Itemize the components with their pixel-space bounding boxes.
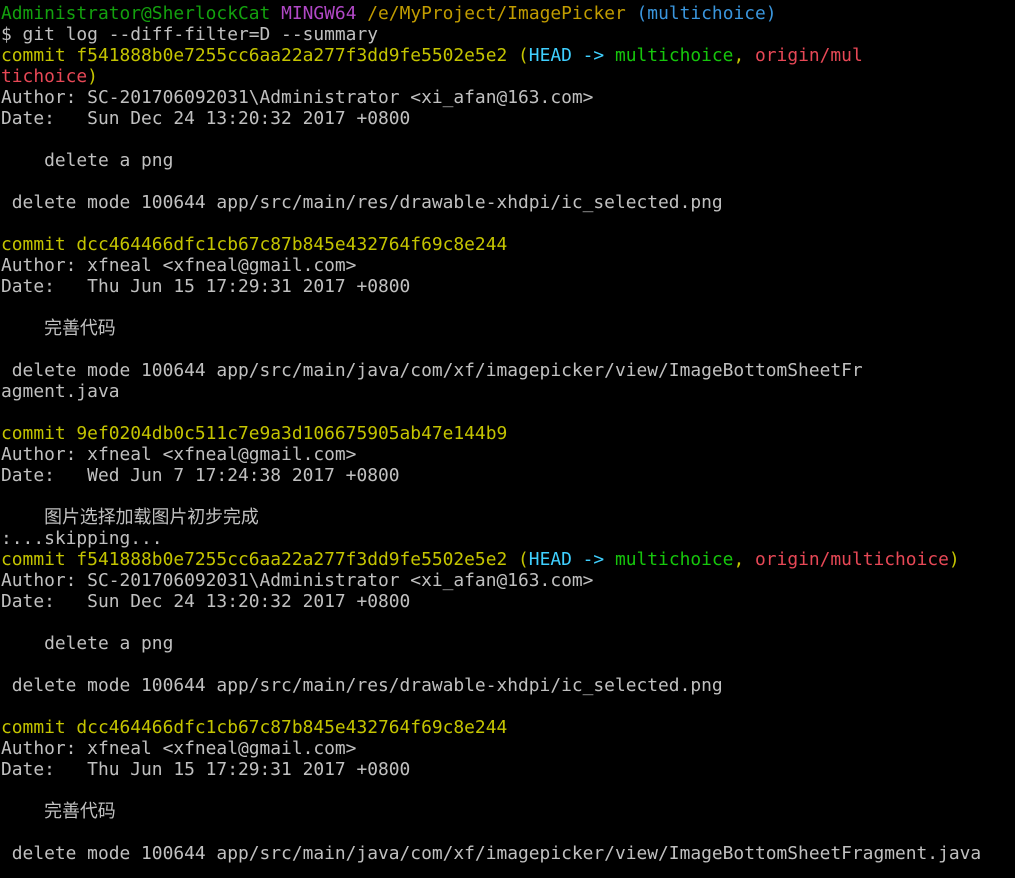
terminal-line: commit dcc464466dfc1cb67c87b845e432764f6… [1, 717, 1013, 738]
terminal-line: Author: SC-201706092031\Administrator <x… [1, 570, 1013, 591]
prompt-system: MINGW64 [281, 3, 357, 24]
terminal-line: commit f541888b0e7255cc6aa22a277f3dd9fe5… [1, 45, 1013, 66]
terminal-line: delete mode 100644 app/src/main/res/draw… [1, 675, 1013, 696]
prompt-path: /e/MyProject/ImagePicker [367, 3, 626, 24]
terminal-line: delete mode 100644 app/src/main/java/com… [1, 360, 1013, 381]
terminal-line: delete a png [1, 150, 1013, 171]
terminal-line: Author: xfneal <xfneal@gmail.com> [1, 255, 1013, 276]
commit-hash: , [733, 549, 755, 570]
local-branch: multichoice [614, 45, 734, 66]
terminal-line: commit f541888b0e7255cc6aa22a277f3dd9fe5… [1, 549, 1013, 570]
commit-hash: commit 9ef0204db0c511c7e9a3d106675905ab4… [1, 423, 508, 444]
pager: :...skipping... [1, 528, 163, 549]
commit-hash: commit dcc464466dfc1cb67c87b845e432764f6… [1, 234, 508, 255]
summary: delete mode 100644 app/src/main/java/com… [1, 360, 863, 381]
text [270, 3, 281, 24]
head-ref: HEAD -> [528, 45, 615, 66]
terminal-line: Date: Sun Dec 24 13:20:32 2017 +0800 [1, 591, 1013, 612]
message: 图片选择加载图片初步完成 [44, 507, 259, 528]
commit-hash: commit f541888b0e7255cc6aa22a277f3dd9fe5… [1, 549, 529, 570]
remote-branch: origin/multichoice [755, 549, 949, 570]
terminal-line: commit dcc464466dfc1cb67c87b845e432764f6… [1, 234, 1013, 255]
terminal-line: Date: Wed Jun 7 17:24:38 2017 +0800 [1, 465, 1013, 486]
terminal-line: Date: Sun Dec 24 13:20:32 2017 +0800 [1, 108, 1013, 129]
author: Author: SC-201706092031\Administrator <x… [1, 570, 594, 591]
terminal-line: Date: Thu Jun 15 17:29:31 2017 +0800 [1, 759, 1013, 780]
author: Author: SC-201706092031\Administrator <x… [1, 87, 594, 108]
terminal-line: delete mode 100644 app/src/main/res/draw… [1, 192, 1013, 213]
command: $ git log --diff-filter=D --summary [1, 24, 378, 45]
commit-hash: , [733, 45, 755, 66]
terminal-line: :...skipping... [1, 528, 1013, 549]
message: 完善代码 [44, 801, 116, 822]
text [1, 507, 44, 528]
date: Date: Sun Dec 24 13:20:32 2017 +0800 [1, 108, 411, 129]
message: delete a png [1, 633, 174, 654]
text [1, 801, 44, 822]
terminal-line: Administrator@SherlockCat MINGW64 /e/MyP… [1, 3, 1013, 24]
terminal-line: 完善代码 [1, 801, 1013, 822]
author: Author: xfneal <xfneal@gmail.com> [1, 444, 357, 465]
terminal-output[interactable]: Administrator@SherlockCat MINGW64 /e/MyP… [1, 3, 1013, 875]
commit-hash: ) [87, 66, 98, 87]
date: Date: Thu Jun 15 17:29:31 2017 +0800 [1, 276, 411, 297]
prompt-user-host: Administrator@SherlockCat [1, 3, 271, 24]
author: Author: xfneal <xfneal@gmail.com> [1, 738, 357, 759]
remote-branch: tichoice [1, 66, 88, 87]
prompt-branch: (multichoice) [625, 3, 777, 24]
terminal-line: delete a png [1, 633, 1013, 654]
text [1, 318, 44, 339]
terminal-line: Author: SC-201706092031\Administrator <x… [1, 87, 1013, 108]
date: Date: Thu Jun 15 17:29:31 2017 +0800 [1, 759, 411, 780]
text [356, 3, 367, 24]
summary: delete mode 100644 app/src/main/res/draw… [1, 192, 723, 213]
terminal-line: tichoice) [1, 66, 1013, 87]
remote-branch: origin/mul [755, 45, 863, 66]
summary: delete mode 100644 app/src/main/res/draw… [1, 675, 723, 696]
terminal-line: agment.java [1, 381, 1013, 402]
message: delete a png [1, 150, 174, 171]
commit-hash: ) [948, 549, 960, 570]
terminal-line: Author: xfneal <xfneal@gmail.com> [1, 444, 1013, 465]
head-ref: HEAD -> [528, 549, 615, 570]
date: Date: Sun Dec 24 13:20:32 2017 +0800 [1, 591, 411, 612]
author: Author: xfneal <xfneal@gmail.com> [1, 255, 357, 276]
terminal-line: $ git log --diff-filter=D --summary [1, 24, 1013, 45]
terminal-line: Date: Thu Jun 15 17:29:31 2017 +0800 [1, 276, 1013, 297]
summary: agment.java [1, 381, 120, 402]
terminal-line: 图片选择加载图片初步完成 [1, 507, 1013, 528]
terminal-line: delete mode 100644 app/src/main/java/com… [1, 843, 1013, 864]
local-branch: multichoice [614, 549, 734, 570]
message: 完善代码 [44, 318, 116, 339]
terminal-line: Author: xfneal <xfneal@gmail.com> [1, 738, 1013, 759]
terminal-line: 完善代码 [1, 318, 1013, 339]
summary: delete mode 100644 app/src/main/java/com… [1, 843, 982, 864]
commit-hash: commit f541888b0e7255cc6aa22a277f3dd9fe5… [1, 45, 529, 66]
commit-hash: commit dcc464466dfc1cb67c87b845e432764f6… [1, 717, 508, 738]
date: Date: Wed Jun 7 17:24:38 2017 +0800 [1, 465, 400, 486]
terminal-line: commit 9ef0204db0c511c7e9a3d106675905ab4… [1, 423, 1013, 444]
